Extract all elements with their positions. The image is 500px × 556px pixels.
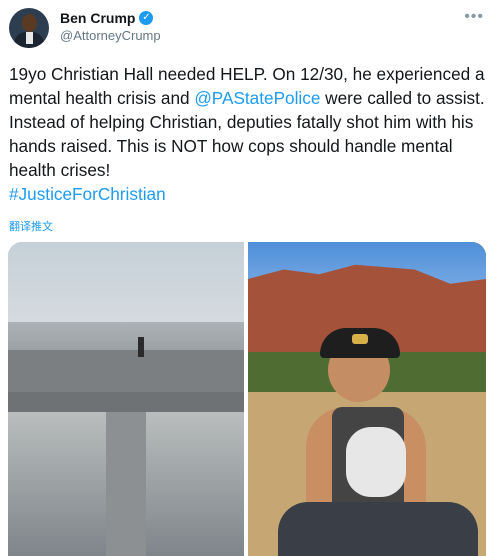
author-name-row[interactable]: Ben Crump ✓ xyxy=(60,10,154,26)
author-avatar[interactable] xyxy=(9,8,49,48)
boy-pants xyxy=(278,502,478,556)
more-options-icon[interactable]: ••• xyxy=(464,8,484,26)
translate-link[interactable]: 翻译推文 xyxy=(9,218,53,234)
mention-link[interactable]: @PAStatePolice xyxy=(194,88,320,108)
avatar-face xyxy=(22,14,37,32)
media-grid[interactable] xyxy=(8,242,486,556)
bridge-beam xyxy=(8,392,244,412)
cap-logo xyxy=(352,334,368,344)
author-handle[interactable]: @AttorneyCrump xyxy=(60,28,161,43)
media-image-right[interactable] xyxy=(248,242,486,556)
tweet-text: 19yo Christian Hall needed HELP. On 12/3… xyxy=(9,62,489,206)
verified-badge-icon: ✓ xyxy=(139,11,154,25)
plush-toy xyxy=(346,427,406,497)
author-name[interactable]: Ben Crump xyxy=(60,10,135,26)
media-image-left[interactable] xyxy=(8,242,244,556)
bridge-pillar xyxy=(106,412,146,556)
tweet-card: Ben Crump ✓ @AttorneyCrump ••• 19yo Chri… xyxy=(0,0,500,556)
bridge xyxy=(8,350,244,392)
person-on-bridge xyxy=(138,337,144,357)
avatar-shirt xyxy=(26,32,33,44)
hashtag-link[interactable]: #JusticeForChristian xyxy=(9,184,166,204)
